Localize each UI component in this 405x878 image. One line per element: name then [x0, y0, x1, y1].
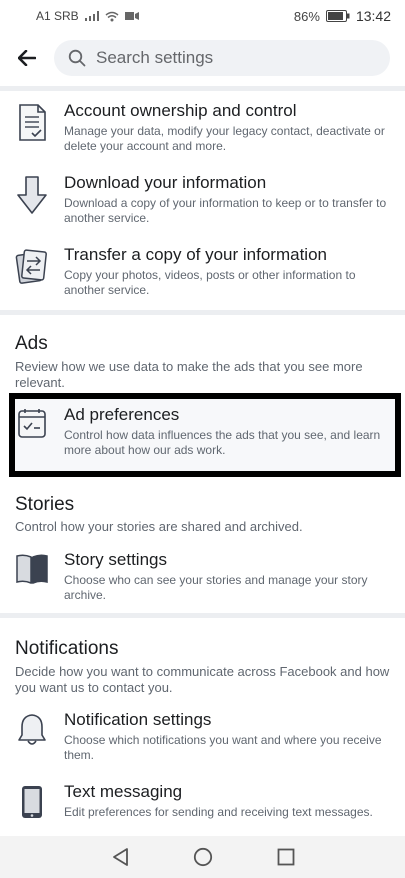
- menu-item-title: Transfer a copy of your information: [64, 245, 327, 264]
- section-title-ads: Ads: [15, 333, 48, 354]
- phone-icon: [0, 781, 64, 820]
- menu-item-title: Download your information: [64, 173, 267, 192]
- video-icon: [124, 12, 139, 20]
- menu-item-title: Text messaging: [64, 782, 183, 801]
- menu-item-desc: Edit preferences for sending and receivi…: [64, 805, 373, 819]
- menu-item-account-ownership[interactable]: Account ownership and control Manage you…: [0, 100, 405, 154]
- section-desc-stories: Control how your stories are shared and …: [15, 519, 303, 534]
- book-icon: [0, 549, 64, 603]
- menu-item-text: Transfer a copy of your information Copy…: [64, 244, 390, 298]
- menu-item-text: Download your information Download a cop…: [64, 172, 390, 226]
- menu-item-title: Account ownership and control: [64, 101, 297, 120]
- section-title-notifications: Notifications: [15, 638, 119, 659]
- divider: [0, 86, 405, 91]
- document-icon: [0, 100, 64, 154]
- menu-item-text: Account ownership and control Manage you…: [64, 100, 390, 154]
- menu-item-text-messaging[interactable]: Text messaging Edit preferences for send…: [0, 781, 405, 820]
- section-desc-notifications: Decide how you want to communicate acros…: [15, 664, 390, 695]
- search-icon: [68, 49, 86, 67]
- menu-item-story-settings[interactable]: Story settings Choose who can see your s…: [0, 549, 405, 603]
- carrier-label: A1 SRB: [36, 9, 79, 23]
- system-nav-bar: [0, 836, 405, 878]
- battery-icon: [325, 10, 350, 22]
- menu-item-desc: Manage your data, modify your legacy con…: [64, 124, 385, 153]
- status-left: A1 SRB: [36, 9, 139, 23]
- menu-item-text: Notification settings Choose which notif…: [64, 709, 390, 763]
- menu-item-text: Story settings Choose who can see your s…: [64, 549, 390, 603]
- menu-item-ad-preferences[interactable]: Ad preferences Control how data influenc…: [0, 404, 405, 458]
- status-bar: A1 SRB 86% 13:42: [0, 0, 405, 32]
- search-input[interactable]: [96, 48, 356, 68]
- wifi-icon: [105, 11, 119, 21]
- menu-item-notification-settings[interactable]: Notification settings Choose which notif…: [0, 709, 405, 763]
- menu-item-download-info[interactable]: Download your information Download a cop…: [0, 172, 405, 226]
- divider: [0, 613, 405, 618]
- back-arrow-icon: [18, 50, 36, 66]
- menu-item-text: Ad preferences Control how data influenc…: [64, 404, 390, 458]
- menu-item-desc: Control how data influences the ads that…: [64, 428, 381, 457]
- transfer-icon: [0, 244, 64, 298]
- menu-item-transfer-copy[interactable]: Transfer a copy of your information Copy…: [0, 244, 405, 298]
- menu-item-desc: Choose who can see your stories and mana…: [64, 573, 368, 602]
- search-header: [0, 38, 405, 78]
- menu-item-desc: Copy your photos, videos, posts or other…: [64, 268, 356, 297]
- divider: [0, 310, 405, 315]
- section-desc-ads: Review how we use data to make the ads t…: [15, 359, 363, 390]
- battery-percent: 86%: [293, 8, 320, 24]
- menu-item-text: Text messaging Edit preferences for send…: [64, 781, 390, 820]
- download-arrow-icon: [0, 172, 64, 226]
- bell-icon: [0, 709, 64, 763]
- menu-item-desc: Download a copy of your information to k…: [64, 196, 387, 225]
- menu-item-title: Ad preferences: [64, 405, 180, 424]
- section-title-stories: Stories: [15, 494, 75, 515]
- nav-back-icon[interactable]: [111, 847, 129, 867]
- status-right: 86% 13:42: [294, 8, 391, 24]
- signal-icon: [84, 11, 99, 21]
- calendar-check-icon: [0, 404, 64, 458]
- menu-item-title: Story settings: [64, 550, 167, 569]
- back-button[interactable]: [0, 38, 54, 78]
- clock: 13:42: [355, 8, 391, 24]
- nav-home-icon[interactable]: [193, 847, 213, 867]
- nav-recents-icon[interactable]: [277, 848, 295, 866]
- search-bar[interactable]: [54, 40, 390, 76]
- menu-item-desc: Choose which notifications you want and …: [64, 733, 382, 762]
- menu-item-title: Notification settings: [64, 710, 212, 729]
